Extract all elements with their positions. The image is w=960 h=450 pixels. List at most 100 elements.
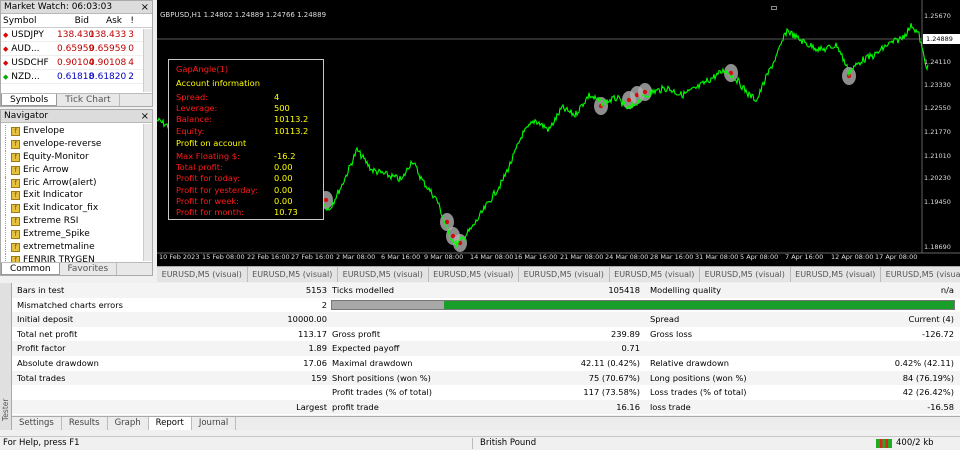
time-axis-label: 12 Apr 08:00 (831, 253, 874, 261)
gapangle-info-panel: GapAngle(1) Account information Spread: 4… (168, 59, 324, 220)
spread-cell: 2 (128, 72, 134, 82)
tree-line (5, 150, 6, 164)
report-row: Bars in test 5153 Ticks modelled 105418 … (12, 283, 960, 298)
market-watch-scrollbar[interactable] (143, 29, 152, 92)
tester-tab-graph[interactable]: Graph (108, 417, 149, 430)
close-icon[interactable]: × (141, 110, 149, 123)
market-watch-row[interactable]: ◆ NZD... 0.61818 0.61820 2 (1, 70, 152, 84)
info-section-profit: Profit on account (176, 138, 247, 148)
symbol-cell: ◆ NZD... (1, 70, 57, 83)
close-icon[interactable]: × (141, 1, 149, 14)
report-label: Expected payoff (332, 343, 400, 354)
report-label: Relative drawdown (650, 358, 730, 368)
chart-window-tab[interactable]: EURUSD,M5 (visual) (610, 267, 700, 282)
navigator-item[interactable]: f Extreme RSI (1, 215, 152, 229)
report-label: Maximal drawdown (332, 358, 413, 368)
time-axis-label: 2 Mar 08:00 (336, 253, 376, 261)
market-watch-row[interactable]: ◆ AUD... 0.65959 0.65959 0 (1, 42, 152, 56)
report-value: -126.72 (921, 328, 954, 339)
bid-cell: 138.430 (57, 30, 95, 40)
report-value: 1.89 (308, 343, 327, 354)
navigator-item-label: Eric Arrow(alert) (23, 177, 97, 188)
status-divider (472, 438, 473, 449)
report-row: Profit trades (% of total) 117 (73.58%) … (12, 385, 960, 400)
price-axis-label: 1.20230 (924, 174, 951, 182)
market-watch-rows: ◆ USDJPY 138.430 138.433 3 ◆ AUD... 0.65959 0.… (1, 28, 152, 84)
market-watch-row[interactable]: ◆ USDCHF 0.90104 0.90108 4 (1, 56, 152, 70)
report-label: Absolute drawdown (17, 358, 99, 368)
report-row: Absolute drawdown 17.06 Maximal drawdown… (12, 356, 960, 371)
navigator-tree: f Envelope f envelope-reverse f Equity-Monito… (1, 123, 152, 267)
price-axis-label: 1.25670 (924, 12, 951, 20)
navigator-scrollbar[interactable] (143, 124, 152, 261)
report-label: Short positions (won %) (332, 372, 431, 383)
navigator-item-label: Extreme_Spike (23, 229, 90, 240)
indicator-icon: f (11, 127, 20, 136)
tab-common[interactable]: Common (1, 263, 60, 275)
tester-tab-settings[interactable]: Settings (12, 417, 62, 430)
tab-tick-chart[interactable]: Tick Chart (57, 94, 120, 106)
report-value: 113.17 (297, 328, 327, 339)
navigator-item[interactable]: f extremetmaline (1, 241, 152, 254)
tab-favorites[interactable]: Favorites (60, 263, 118, 275)
tester-tab-results[interactable]: Results (62, 417, 108, 430)
indicator-icon: f (11, 204, 20, 214)
navigator-item[interactable]: f Eric Arrow (1, 163, 152, 177)
chart-window-tab[interactable]: EURUSD,M5 (visual) (881, 267, 960, 282)
navigator-title-text: Navigator (4, 111, 49, 121)
market-watch-title: Market Watch: 06:03:03 × (1, 1, 152, 14)
chart-window-tab[interactable]: EURUSD,M5 (visual) (519, 267, 610, 282)
market-watch-row[interactable]: ◆ USDJPY 138.430 138.433 3 (1, 28, 152, 42)
modelling-quality-fill (443, 300, 954, 309)
chart-window-tab[interactable]: EURUSD,M5 (visual) (157, 267, 248, 282)
chart-window-tab[interactable]: EURUSD,M5 (visual) (700, 267, 791, 282)
info-label: Profit for month: (176, 207, 245, 217)
navigator-item[interactable]: f Equity-Monitor (1, 150, 152, 164)
navigator-item-label: Eric Arrow (23, 164, 69, 175)
tester-tab-report[interactable]: Report (148, 417, 192, 430)
navigator-item-label: extremetmaline (23, 242, 95, 253)
report-value: 0.42% (42.11) (894, 358, 954, 368)
report-row: Profit factor 1.89 Expected payoff 0.71 (12, 341, 960, 356)
col-bid[interactable]: Bid (57, 14, 89, 27)
price-axis-label: 1.18690 (924, 243, 951, 251)
status-profile: British Pound (480, 438, 537, 448)
symbol-name: USDCHF (11, 58, 49, 68)
navigator-item-label: Exit Indicator_fix (23, 203, 99, 214)
chart-window-tab[interactable]: EURUSD,M5 (visual) (791, 267, 881, 282)
tree-line (5, 228, 6, 242)
report-value: 42 (26.42%) (902, 387, 954, 398)
info-label: Equity: (176, 125, 205, 136)
tree-line (5, 125, 6, 138)
col-spread[interactable]: ! (122, 14, 136, 27)
navigator-item[interactable]: f Exit Indicator (1, 189, 152, 203)
info-value: 10.73 (274, 207, 298, 217)
symbol-cell: ◆ USDCHF (1, 56, 57, 69)
price-chart[interactable]: GBPUSD,H1 1.24802 1.24889 1.24766 1.2488… (157, 0, 960, 266)
tab-symbols[interactable]: Symbols (1, 94, 58, 106)
report-row: Largest profit trade 16.16 loss trade -1… (12, 399, 960, 415)
col-ask[interactable]: Ask (89, 14, 122, 27)
time-axis-label: 24 Mar 08:00 (605, 253, 649, 261)
chart-window-tab[interactable]: EURUSD,M5 (visual) (429, 267, 519, 282)
report-label: Total net profit (17, 328, 78, 339)
chart-window-tab[interactable]: EURUSD,M5 (visual) (248, 267, 338, 282)
navigator-item[interactable]: f envelope-reverse (1, 137, 152, 151)
status-bar: For Help, press F1 British Pound 400/2 k… (0, 436, 960, 450)
col-symbol[interactable]: Symbol (1, 14, 57, 27)
navigator-item[interactable]: f Eric Arrow(alert) (1, 176, 152, 190)
tree-line (5, 137, 6, 151)
navigator-item[interactable]: f Envelope (1, 125, 152, 138)
navigator-item[interactable]: f Exit Indicator_fix (1, 202, 152, 216)
tester-tab-journal[interactable]: Journal (192, 417, 237, 430)
report-value: 0.71 (621, 343, 640, 354)
indicator-icon: f (11, 191, 20, 201)
navigator-tabs: Common Favorites (1, 262, 152, 275)
time-axis-label: 22 Feb 16:00 (247, 253, 290, 261)
navigator-item[interactable]: f Extreme_Spike (1, 228, 152, 242)
report-row: Total trades 159 Short positions (won %)… (12, 370, 960, 386)
chart-window-tab[interactable]: EURUSD,M5 (visual) (338, 267, 429, 282)
report-label: Bars in test (17, 285, 65, 295)
report-label: Loss trades (% of total) (650, 387, 747, 398)
report-value: 17.06 (303, 358, 327, 368)
